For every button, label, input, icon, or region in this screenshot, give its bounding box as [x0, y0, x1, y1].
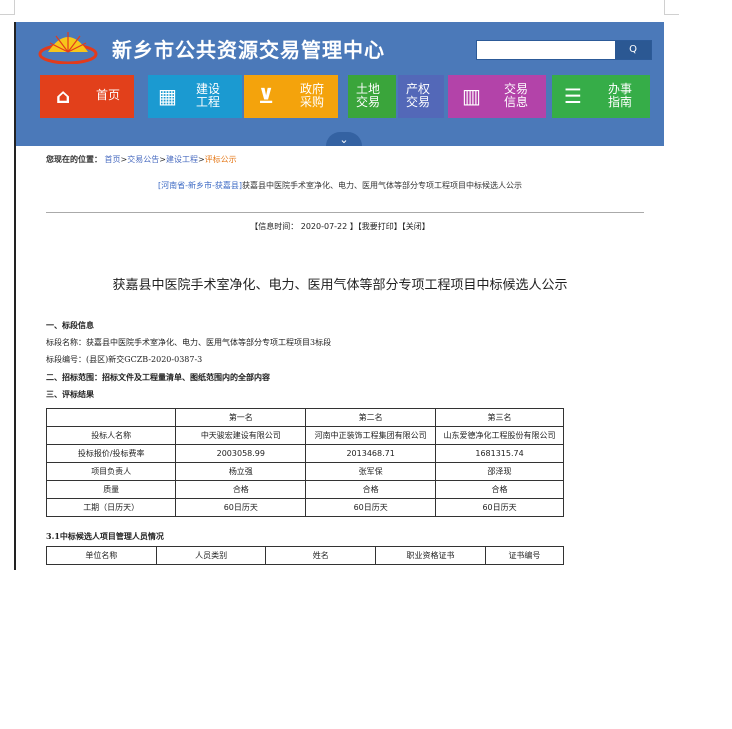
results-cell: 60日历天 — [435, 498, 564, 517]
nav-item-2[interactable]: ⊻ 政府 采购 — [244, 75, 338, 118]
breadcrumb-sep: > — [159, 155, 166, 164]
breadcrumb-current[interactable]: 评标公示 — [205, 155, 237, 164]
section-line-4: 三、评标结果 — [46, 389, 94, 399]
staff-header-cell: 证书编号 — [484, 546, 565, 565]
info-meta: 【信息时间： 2020-07-22 】【我要打印】【关闭】 — [250, 222, 430, 231]
results-row: 工期（日历天） 60日历天 60日历天 60日历天 — [45, 498, 564, 517]
guide-icon: ☰ — [564, 84, 582, 108]
expand-chevron-icon[interactable]: ⌄ — [326, 132, 362, 146]
notice-subtitle: [河南省-新乡市-获嘉县]获嘉县中医院手术室净化、电力、医用气体等部分专项工程项… — [16, 180, 664, 191]
results-cell: 第一名 — [175, 408, 307, 427]
results-cell: 1681315.74 — [435, 444, 564, 463]
search-icon: Q — [629, 44, 637, 55]
nav-label-1: 建设 工程 — [196, 82, 221, 109]
results-cell: 2003058.99 — [175, 444, 307, 463]
section-3-1-title: 3.1中标候选人项目管理人员情况 — [46, 531, 164, 541]
site-title: 新乡市公共资源交易管理中心 — [112, 38, 385, 62]
nav-label-2: 政府 采购 — [300, 82, 325, 109]
nav-label-0: 首页 — [96, 88, 121, 102]
page-corner-left — [0, 0, 15, 15]
search-box: Q — [476, 40, 652, 60]
staff-header-cell: 姓名 — [265, 546, 377, 565]
results-cell: 第三名 — [435, 408, 564, 427]
results-cell: 合格 — [175, 480, 307, 499]
section-line-3: 二、招标范围：招标文件及工程量清单、图纸范围内的全部内容 — [46, 372, 270, 382]
building-icon: ▦ — [158, 84, 177, 108]
results-cell: 邵泽现 — [435, 462, 564, 481]
region-tag[interactable]: [河南省-新乡市-获嘉县] — [158, 181, 242, 190]
section-line-2: 标段编号：(县区)新交GCZB-2020-0387-3 — [46, 355, 203, 364]
results-cell: 中天骏宏建设有限公司 — [175, 426, 307, 445]
breadcrumb-home[interactable]: 首页 — [105, 155, 121, 164]
results-row: 项目负责人 杨立强 张军保 邵泽现 — [45, 462, 564, 481]
breadcrumb-prefix: 您现在的位置： — [46, 155, 102, 164]
results-cell: 项目负责人 — [45, 462, 177, 481]
breadcrumb-construction[interactable]: 建设工程 — [166, 155, 198, 164]
results-cell: 投标报价/投标费率 — [45, 444, 177, 463]
nav-label-3: 土地 交易 — [356, 82, 381, 109]
nav-label-4: 产权 交易 — [406, 82, 431, 109]
bar-chart-icon: ▥ — [462, 84, 481, 108]
results-cell — [45, 408, 177, 427]
nav-label-6: 办事 指南 — [608, 82, 633, 109]
results-table: 第一名 第二名 第三名 投标人名称 中天骏宏建设有限公司 河南中正装饰工程集团有限公司 山东… — [45, 408, 564, 517]
cart-icon: ⊻ — [258, 84, 275, 108]
results-row: 质量 合格 合格 合格 — [45, 480, 564, 499]
staff-header-row: 单位名称 人员类别 姓名 职业资格证书 证书编号 — [46, 546, 565, 565]
staff-table: 单位名称 人员类别 姓名 职业资格证书 证书编号 — [46, 546, 565, 565]
nav-item-4[interactable]: 产权 交易 — [398, 75, 444, 118]
site-header: 新乡市公共资源交易管理中心 Q ⌂ 首页 ▦ 建设 工程 ⊻ 政府 采购 土地 交易 产权 交… — [16, 22, 664, 146]
staff-header-cell: 职业资格证书 — [375, 546, 486, 565]
nav-item-0[interactable]: ⌂ 首页 — [40, 75, 134, 118]
home-icon: ⌂ — [56, 84, 71, 108]
results-cell: 杨立强 — [175, 462, 307, 481]
page-corner-right — [664, 0, 679, 15]
nav-label-5: 交易 信息 — [504, 82, 529, 109]
results-cell: 投标人名称 — [45, 426, 177, 445]
nav-item-6[interactable]: ☰ 办事 指南 — [552, 75, 650, 118]
results-cell: 合格 — [305, 480, 437, 499]
breadcrumb: 您现在的位置： 首页>交易公告>建设工程>评标公示 — [46, 154, 237, 165]
nav-item-3[interactable]: 土地 交易 — [348, 75, 396, 118]
staff-header-cell: 人员类别 — [155, 546, 267, 565]
results-cell: 张军保 — [305, 462, 437, 481]
results-cell: 2013468.71 — [305, 444, 437, 463]
search-input[interactable] — [477, 41, 613, 59]
document-page: 新乡市公共资源交易管理中心 Q ⌂ 首页 ▦ 建设 工程 ⊻ 政府 采购 土地 交易 产权 交… — [14, 22, 664, 570]
results-cell: 河南中正装饰工程集团有限公司 — [305, 426, 437, 445]
subtitle-text: 获嘉县中医院手术室净化、电力、医用气体等部分专项工程项目中标候选人公示 — [242, 181, 522, 190]
nav-item-5[interactable]: ▥ 交易 信息 — [448, 75, 546, 118]
section-line-1: 标段名称：获嘉县中医院手术室净化、电力、医用气体等部分专项工程项目3标段 — [46, 338, 332, 347]
section-line-0: 一、标段信息 — [46, 320, 94, 330]
results-cell: 60日历天 — [305, 498, 437, 517]
results-cell: 60日历天 — [175, 498, 307, 517]
logo-icon — [38, 32, 98, 64]
nav-item-1[interactable]: ▦ 建设 工程 — [148, 75, 242, 118]
results-cell: 质量 — [45, 480, 177, 499]
results-cell: 第二名 — [305, 408, 437, 427]
staff-header-cell: 单位名称 — [46, 546, 157, 565]
divider — [46, 212, 644, 213]
results-cell: 山东爱德净化工程股份有限公司 — [435, 426, 564, 445]
results-row: 投标人名称 中天骏宏建设有限公司 河南中正装饰工程集团有限公司 山东爱德净化工程股份有… — [45, 426, 564, 445]
results-cell: 工期（日历天） — [45, 498, 177, 517]
breadcrumb-sep: > — [197, 155, 205, 164]
search-button[interactable]: Q — [615, 41, 651, 59]
document-title: 获嘉县中医院手术室净化、电力、医用气体等部分专项工程项目中标候选人公示 — [112, 278, 568, 293]
results-header-row: 第一名 第二名 第三名 — [45, 408, 564, 427]
breadcrumb-trade-notice[interactable]: 交易公告 — [127, 155, 159, 164]
results-cell: 合格 — [435, 480, 564, 499]
results-row: 投标报价/投标费率 2003058.99 2013468.71 1681315.74 — [45, 444, 564, 463]
